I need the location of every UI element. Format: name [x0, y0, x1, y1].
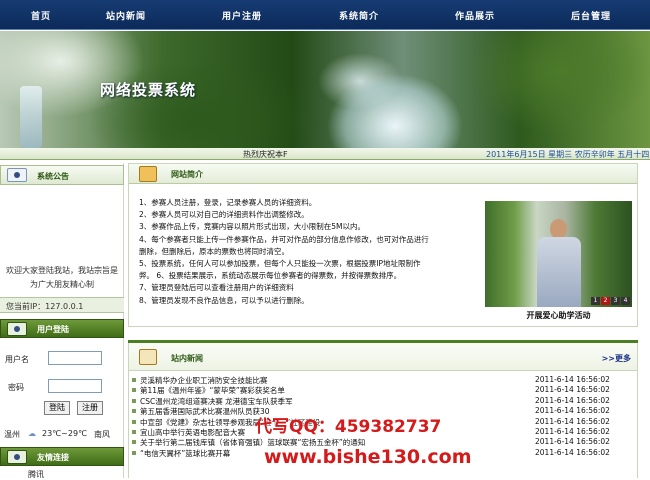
intro-item: 7、管理员登陆后可以查看注册用户的详细资料: [139, 283, 294, 293]
intro-list: 1、参赛人员注册，登录，记录参赛人员的详细资料。 2、参赛人员可以对自己的详细资…: [139, 197, 474, 307]
news-item-date: 2011-6-14 16:56:02: [535, 406, 610, 416]
nav-works[interactable]: 作品展示: [455, 9, 495, 22]
news-item-title[interactable]: 第11届《温州年鉴》“蒙毕荣”赛彩获奖名单: [140, 385, 285, 396]
intro-header: 网站简介: [129, 164, 637, 184]
notice-header: 系统公告: [0, 165, 124, 185]
news-item-title[interactable]: CSC温州龙湾组道赛决赛 龙港德宝车队获季军: [140, 396, 293, 407]
scrolling-announcement: 热烈庆祝本F: [243, 150, 288, 159]
news-item-date: 2011-6-14 16:56:02: [535, 395, 610, 405]
slide-page-1[interactable]: 1: [591, 297, 600, 305]
intro-item: 弊。 6、投票结果展示，系统动态展示每位参赛者的得票数，并按得票数排序。: [139, 271, 402, 281]
nav-register[interactable]: 用户注册: [222, 9, 262, 22]
person-image: [537, 219, 581, 307]
nav-home[interactable]: 首页: [31, 9, 51, 22]
intro-item: 2、参赛人员可以对自己的详细资料作出调整修改。: [139, 210, 309, 220]
nav-admin[interactable]: 后台管理: [571, 9, 611, 22]
news-item: CSC温州龙湾组道赛决赛 龙港德宝车队获季军 2011-6-14 16:56:02: [129, 396, 637, 406]
user-icon: [7, 322, 27, 336]
news-item-title[interactable]: 第五届香港国际武术比赛温州队员获30: [140, 406, 270, 417]
password-input[interactable]: [48, 379, 102, 393]
intro-item: 5、投票系统，任何人可以参加投票，但每个人只能投一次票，根据投票IP地址限制作: [139, 259, 421, 269]
top-navigation: 首页 站内新闻 用户注册 系统简介 作品展示 后台管理: [0, 0, 650, 30]
header-banner: 网络投票系统: [0, 31, 650, 148]
news-item-title[interactable]: 灵溪精华办企业职工消防安全技能比赛: [140, 375, 268, 386]
intro-item: 删除，但删除后，原本的票数也将同时清空。: [139, 246, 289, 256]
slide-page-3[interactable]: 3: [611, 297, 620, 305]
intro-item: 4、每个参赛者只能上传一件参赛作品，并可对作品的部分信息作修改，也可对作品进行: [139, 234, 429, 244]
book-icon: [139, 166, 157, 182]
nav-about[interactable]: 系统简介: [339, 9, 379, 22]
links-title: 友情连接: [37, 453, 69, 462]
news-item-date: 2011-6-14 16:56:02: [535, 447, 610, 457]
friend-link[interactable]: 腾讯: [28, 469, 44, 480]
slideshow-photo[interactable]: 1234: [485, 201, 632, 307]
news-item-date: 2011-6-14 16:56:02: [535, 385, 610, 395]
news-item-date: 2011-6-14 16:56:02: [535, 426, 610, 436]
nav-news[interactable]: 站内新闻: [106, 9, 146, 22]
news-header: 站内新闻 >>更多: [129, 343, 637, 371]
weather-wind: 南风: [94, 430, 110, 439]
news-item-date: 2011-6-14 16:56:02: [535, 416, 610, 426]
weather-temp: 23℃~29℃: [42, 429, 88, 438]
watermark-qq: 代写QQ：459382737: [255, 417, 442, 437]
news-item-date: 2011-6-14 16:56:02: [535, 375, 610, 384]
news-book-icon: [139, 349, 157, 365]
site-title: 网络投票系统: [100, 81, 197, 99]
news-item-date: 2011-6-14 16:56:02: [535, 437, 610, 447]
intro-item: 1、参赛人员注册，登录，记录参赛人员的详细资料。: [139, 198, 317, 207]
speaker-icon: [7, 168, 27, 182]
news-item-title[interactable]: 宜山高中举行英语电影配音大赛: [140, 427, 245, 438]
intro-title: 网站简介: [171, 170, 203, 179]
photo-caption: 开展爱心助学活动: [526, 311, 591, 320]
waterfall-image: [20, 86, 42, 148]
slide-page-4[interactable]: 4: [621, 297, 630, 305]
login-header: 用户登陆: [0, 319, 124, 338]
intro-panel: 网站简介 1、参赛人员注册，登录，记录参赛人员的详细资料。 2、参赛人员可以对自…: [128, 163, 638, 327]
watermark-site: www.bishe130.com: [264, 446, 472, 468]
left-sidebar: 系统公告 欢迎大家登陆我站，我站宗旨是为广大朋友精心制 您当前IP：127.0.…: [0, 163, 124, 480]
intro-item: 8、管理员发现不良作品信息，可以予以进行删除。: [139, 295, 309, 305]
slide-page-2[interactable]: 2: [601, 297, 610, 305]
links-header: 友情连接: [0, 447, 124, 466]
weather-city: 温州: [4, 430, 20, 439]
ip-bar: 您当前IP：127.0.0.1: [0, 297, 124, 313]
news-item-title[interactable]: “电信天翼杯”篮球比赛开幕: [140, 448, 230, 459]
password-label: 密码: [8, 383, 24, 392]
info-bar: 热烈庆祝本F 2011年6月15日 星期三 农历辛卯年 五月十四: [0, 148, 650, 160]
news-item: 灵溪精华办企业职工消防安全技能比赛 2011-6-14 16:56:02: [129, 375, 637, 385]
news-item: 第11届《温州年鉴》“蒙毕荣”赛彩获奖名单 2011-6-14 16:56:02: [129, 385, 637, 395]
intro-item: 3、参赛作品上传，竞赛内容以照片形式出现，大小限制在5M以内。: [139, 222, 366, 232]
at-icon: [7, 450, 27, 464]
register-button[interactable]: 注册: [77, 401, 103, 415]
weather-widget: 温州 ☁ 23℃~29℃ 南风: [0, 427, 124, 443]
slideshow-pager: 1234: [590, 295, 630, 305]
news-more-link[interactable]: >>更多: [602, 353, 631, 364]
cloud-icon: ☁: [28, 429, 36, 438]
username-input[interactable]: [48, 351, 102, 365]
login-button[interactable]: 登陆: [44, 401, 70, 415]
username-label: 用户名: [5, 355, 29, 364]
current-date: 2011年6月15日 星期三 农历辛卯年 五月十四: [486, 150, 650, 159]
ip-text: 您当前IP：127.0.0.1: [6, 302, 84, 311]
news-title: 站内新闻: [171, 354, 203, 363]
login-title: 用户登陆: [37, 325, 69, 334]
notice-text: 欢迎大家登陆我站，我站宗旨是为广大朋友精心制: [6, 266, 118, 289]
notice-title: 系统公告: [37, 172, 69, 181]
